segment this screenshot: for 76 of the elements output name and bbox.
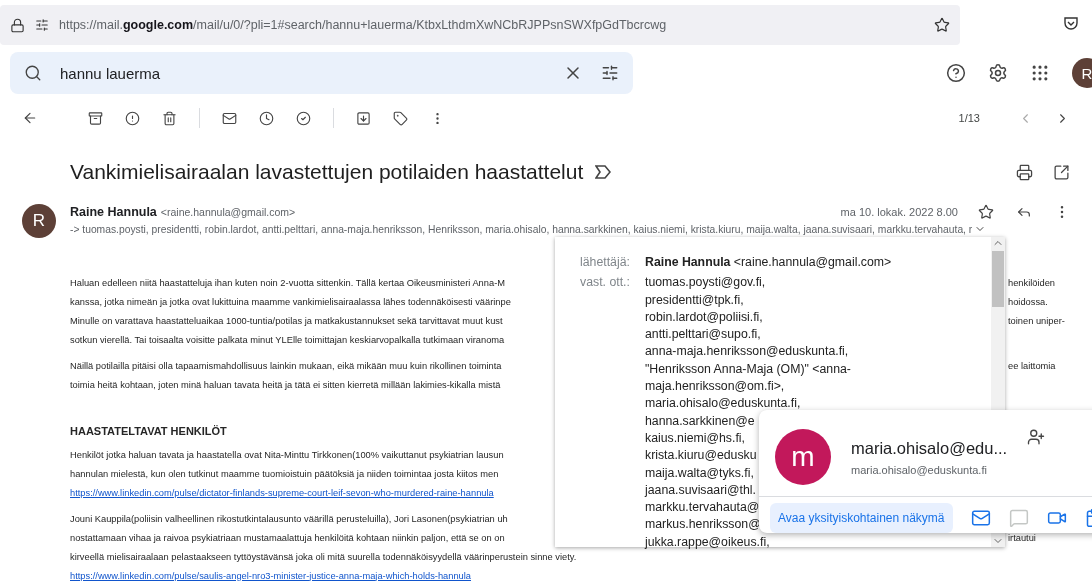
- permissions-icon[interactable]: [35, 18, 49, 32]
- pager-count: 1/13: [958, 112, 980, 124]
- body-text-fragment: irtautui: [1008, 532, 1037, 543]
- body-link[interactable]: https://www.linkedin.com/pulse/dictator-finlands-supreme-court-leif-sevon-who-murdered-raine-hannula: [70, 487, 494, 498]
- body-text-fragment: hoidossa.: [1008, 296, 1049, 307]
- recipient-address[interactable]: antti.pelttari@supo.fi,: [645, 326, 761, 344]
- print-icon[interactable]: [1016, 163, 1033, 181]
- recipient-address[interactable]: anna-maja.henriksson@eduskunta.fi,: [645, 343, 849, 361]
- search-options-icon[interactable]: [601, 64, 619, 82]
- recipient-address[interactable]: markus.henriksson@: [645, 516, 761, 534]
- body-text-fragment: toinen uniper-: [1008, 315, 1066, 326]
- delete-icon[interactable]: [162, 110, 177, 126]
- recipient-address[interactable]: krista.kiuru@edusku: [645, 447, 757, 465]
- add-task-icon[interactable]: [296, 110, 311, 126]
- recipient-address[interactable]: jukka.rappe@oikeus.fi,: [645, 533, 770, 552]
- to-label: vast. ott.:: [580, 274, 631, 292]
- importance-marker-icon[interactable]: [595, 165, 612, 179]
- search-icon[interactable]: [24, 64, 42, 82]
- lock-icon[interactable]: [10, 17, 25, 33]
- sender-name[interactable]: Raine Hannula: [70, 205, 157, 219]
- contact-email: maria.ohisalo@eduskunta.fi: [851, 463, 988, 476]
- recipients-list: -> tuomas.poysti, presidentti, robin.lardot, antti.pelttari, anna-maja.henriksson, Henriksson, maria.ohisalo, hanna.sarkkinen, kaius.niemi, krista.kiuru, maija.walta, jaana.suvisaari, markku.tervahauta, r: [70, 223, 973, 235]
- from-label: lähettäjä:: [580, 254, 631, 271]
- contact-avatar: m: [775, 429, 831, 485]
- label-icon[interactable]: [393, 110, 408, 126]
- snooze-icon[interactable]: [259, 110, 274, 126]
- body-text-line: Näillä potilailla pitäisi olla tapaamismahdollisuus lainkin mukaan, eikä mikään muu kuin rikollinen toiminta: [70, 360, 502, 371]
- account-avatar[interactable]: R: [1072, 58, 1092, 88]
- sender-avatar[interactable]: R: [22, 204, 56, 238]
- recipient-address[interactable]: markku.tervahauta@: [645, 499, 760, 517]
- body-text-line: nostattamaan vihaa ja raivoa psykiatriaan mustamaalattuja henkilöitä kohtaan niinkin paljon, että se on on: [70, 532, 505, 543]
- body-text-line: Haluan edelleen niitä haastatteluja ihan kuten noin 2-vuotta sittenkin. Tällä kertaa Oikeusministeri Anna-M: [70, 277, 505, 288]
- recipient-address[interactable]: maija.walta@tyks.fi,: [645, 464, 754, 482]
- mail-icon[interactable]: [970, 508, 991, 528]
- body-text-line: Henkilöt jotka haluan tavata ja haastatella ovat Nita-Minttu Tirkkonen(100% vaikuttanut psykiatrian lausun: [70, 449, 504, 460]
- body-text-line: kirveellä mielisairaalaan pelastaakseen tyttöystävänsä joka oli mitä suurella todennäköisyydellä väärinperustein sinne viety.: [70, 551, 577, 562]
- mark-unread-icon[interactable]: [222, 110, 237, 126]
- open-details-button[interactable]: Avaa yksityiskohtainen näkymä: [770, 503, 953, 533]
- apps-grid-icon[interactable]: [1030, 63, 1050, 83]
- body-text-fragment: henkilöiden: [1008, 277, 1057, 288]
- star-icon[interactable]: [978, 204, 994, 220]
- body-text-line: Jouni Kauppila(poliisin valheellinen rikostutkintalausunto väärillä perusteluilla), Jori Lasonen(psykiatrian uh: [70, 513, 508, 524]
- back-icon[interactable]: [22, 110, 38, 126]
- move-to-icon[interactable]: [356, 110, 371, 126]
- url-text: https://mail.google.com/mail/u/0/?pli=1#search/hannu+lauerma/KtbxLthdmXwNCbRJPPsnSWXfpGdTbcrcwg: [59, 18, 668, 32]
- contact-name: maria.ohisalo@edu...: [851, 438, 1008, 458]
- add-contact-icon[interactable]: [1027, 428, 1046, 446]
- report-spam-icon[interactable]: [125, 110, 140, 126]
- pocket-icon[interactable]: [1063, 15, 1079, 31]
- email-subject: Vankimielisairaalan lavastettujen potilaiden haastattelut: [70, 160, 584, 184]
- recipient-address[interactable]: presidentti@tpk.fi,: [645, 291, 744, 309]
- body-text-fragment: ee laittomia: [1008, 360, 1057, 371]
- archive-icon[interactable]: [88, 110, 103, 126]
- recipient-address[interactable]: jaana.suvisaari@thl.: [645, 481, 756, 500]
- section-heading: HAASTATELTAVAT HENKILÖT: [70, 425, 227, 437]
- recipient-address[interactable]: robin.lardot@poliisi.fi,: [645, 308, 763, 327]
- body-text-line: toimia heitä kohtaan, joten minä haluan tavata heitä ja tätä ei sitten kierretä millään lakimies-kikalla mistä: [70, 379, 501, 390]
- scrollbar-thumb[interactable]: [992, 251, 1004, 307]
- body-text-line: kanssa, jotka nimeän ja jotka ovat lukittuina maamme vankimielisairaalassa lähes todennäköisesti väärinpe: [70, 296, 511, 307]
- body-text-line: Minulle on varattava haastatteluaikaa 1000-tuntia/potilas ja matkakustannukset sekä tarvittavat muut kust: [70, 315, 503, 326]
- recipient-address[interactable]: tuomas.poysti@gov.fi,: [645, 274, 766, 292]
- new-window-icon[interactable]: [1053, 163, 1070, 181]
- help-icon[interactable]: [946, 63, 966, 83]
- email-date: ma 10. lokak. 2022 8.00: [840, 206, 958, 218]
- body-link[interactable]: https://www.linkedin.com/pulse/saulis-angel-nro3-minister-justice-anna-maja-which-holds-hannula: [70, 570, 471, 581]
- settings-icon[interactable]: [988, 63, 1008, 83]
- sender-email: <raine.hannula@gmail.com>: [160, 206, 296, 218]
- recipient-address[interactable]: hanna.sarkkinen@e: [645, 412, 755, 430]
- body-text-line: hannulan mielestä, kun olen tutkinut maamme tuomioistuin päätöksiä ja niiden toimintaa josta kiitos men: [70, 468, 499, 479]
- body-text-line: sotkun vierellä. Tai toisaalta voisitte palkata minut YLElle toimittajan keskiarvopalkalla tutkimaan viranoma: [70, 334, 505, 345]
- bookmark-star-icon[interactable]: [934, 17, 950, 33]
- recipient-address[interactable]: kaius.niemi@hs.fi,: [645, 429, 745, 448]
- from-value: Raine Hannula <raine.hannula@gmail.com>: [645, 254, 893, 271]
- address-bar[interactable]: https://mail.google.com/mail/u/0/?pli=1#search/hannu+lauerma/KtbxLthdmXwNCbRJPPsnSWXfpGdTbcrcwg: [0, 5, 960, 45]
- search-field[interactable]: hannu lauerma: [10, 52, 633, 94]
- recipient-address[interactable]: maria.ohisalo@eduskunta.fi,: [645, 395, 801, 413]
